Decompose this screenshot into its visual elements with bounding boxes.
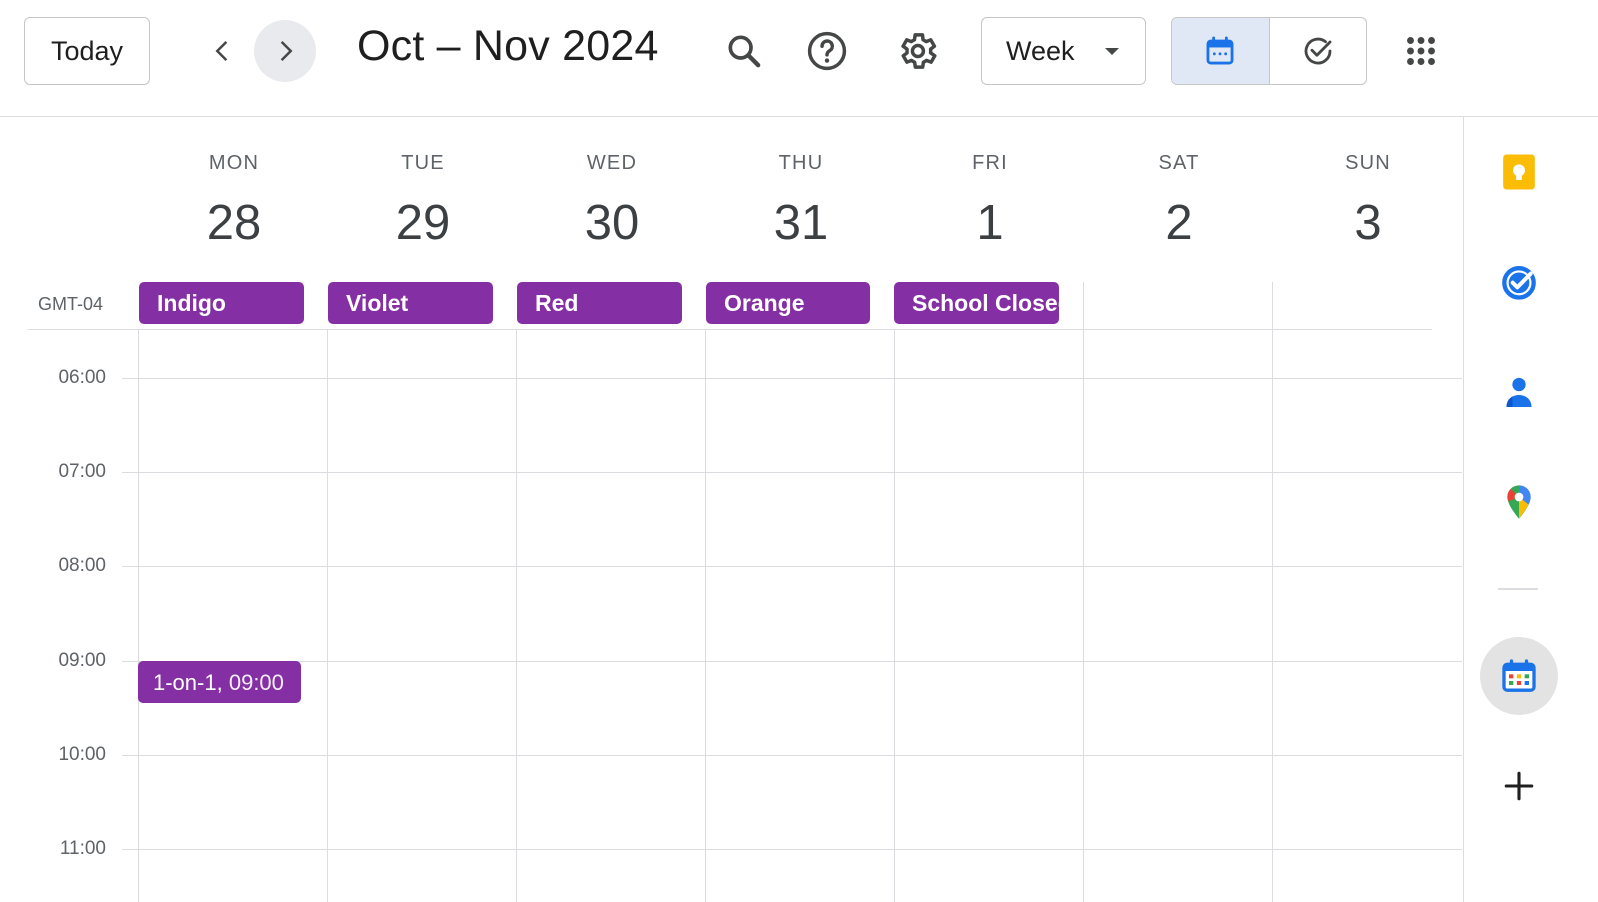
- day-of-week-label: TUE: [401, 152, 445, 174]
- help-button[interactable]: [798, 22, 856, 80]
- search-icon: [728, 35, 761, 68]
- day-number-button[interactable]: 3: [1308, 195, 1428, 251]
- time-label: 06:00: [58, 367, 106, 388]
- calendar-addon-icon: [1502, 659, 1536, 692]
- previous-week-button[interactable]: [192, 20, 254, 82]
- time-label: 09:00: [58, 650, 106, 671]
- calendar-addon-button[interactable]: [1480, 637, 1558, 715]
- day-of-week-label: WED: [586, 152, 638, 174]
- hour-gridline: [122, 849, 1462, 850]
- hour-gridline: [122, 472, 1462, 473]
- keep-button[interactable]: [1490, 143, 1548, 201]
- next-week-button[interactable]: [254, 20, 316, 82]
- caret-down-icon: [1105, 48, 1119, 55]
- day-of-week-label: SUN: [1345, 152, 1391, 174]
- hour-gridline: [122, 661, 1462, 662]
- hour-gridline: [122, 378, 1462, 379]
- day-number-button[interactable]: 28: [174, 195, 294, 251]
- day-number-button[interactable]: 29: [363, 195, 483, 251]
- day-column-divider: [516, 329, 517, 902]
- chevron-left-icon: [215, 41, 228, 61]
- day-number-button[interactable]: 1: [930, 195, 1050, 251]
- view-mode-toggle: [1171, 17, 1367, 85]
- contacts-icon: [1506, 377, 1532, 407]
- keep-icon: [1503, 154, 1535, 190]
- calendar-icon: [1206, 36, 1234, 65]
- apps-grid-icon: [1407, 37, 1435, 65]
- tasks-check-icon: [1304, 37, 1332, 65]
- search-button[interactable]: [715, 22, 773, 80]
- day-of-week-label: SAT: [1158, 152, 1200, 174]
- gear-icon: [901, 33, 937, 69]
- all-day-divider: [28, 329, 1432, 330]
- all-day-event[interactable]: Orange: [706, 282, 870, 324]
- hour-gridline: [122, 566, 1462, 567]
- help-icon: [807, 31, 847, 71]
- calendar-view-button[interactable]: [1172, 18, 1270, 84]
- top-bar: Today Oct – Nov 2024 Week: [0, 0, 1598, 117]
- tasks-icon: [1502, 265, 1536, 300]
- add-addon-button[interactable]: [1490, 757, 1548, 815]
- all-day-event[interactable]: School Closed: [894, 282, 1059, 324]
- day-column-divider: [1083, 282, 1084, 902]
- all-day-event[interactable]: Indigo: [139, 282, 304, 324]
- timezone-label: GMT-04: [38, 294, 104, 314]
- day-column-divider: [894, 329, 895, 902]
- date-range-title: Oct – Nov 2024: [357, 22, 659, 70]
- maps-button[interactable]: [1490, 473, 1548, 531]
- time-label: 08:00: [58, 555, 106, 576]
- hour-gridline: [122, 755, 1462, 756]
- day-column-divider: [138, 329, 139, 902]
- day-of-week-label: FRI: [972, 152, 1008, 174]
- view-selector-dropdown[interactable]: Week: [981, 17, 1146, 85]
- today-button[interactable]: Today: [24, 17, 150, 85]
- tasks-button[interactable]: [1490, 253, 1548, 311]
- time-label: 11:00: [59, 838, 106, 859]
- calendar-event[interactable]: 1-on-1, 09:00: [138, 661, 301, 703]
- side-panel-divider: [1498, 588, 1538, 590]
- add-icon: [1504, 771, 1534, 801]
- apps-launcher-button[interactable]: [1392, 22, 1450, 80]
- day-column-divider: [705, 329, 706, 902]
- chevron-right-icon: [280, 41, 293, 61]
- day-column-divider: [1272, 282, 1273, 902]
- tasks-view-button[interactable]: [1270, 18, 1367, 84]
- day-number-button[interactable]: 31: [741, 195, 861, 251]
- event-title: 1-on-1,: [153, 670, 223, 695]
- settings-button[interactable]: [888, 22, 946, 80]
- contacts-button[interactable]: [1490, 363, 1548, 421]
- day-of-week-label: THU: [778, 152, 824, 174]
- event-time: 09:00: [228, 670, 284, 695]
- day-of-week-label: MON: [208, 152, 260, 174]
- day-number-button[interactable]: 30: [552, 195, 672, 251]
- day-number-button[interactable]: 2: [1119, 195, 1239, 251]
- all-day-event[interactable]: Red: [517, 282, 682, 324]
- view-selector-value: Week: [1006, 35, 1075, 66]
- time-label: 10:00: [58, 744, 106, 765]
- day-column-divider: [327, 329, 328, 902]
- time-label: 07:00: [58, 461, 106, 482]
- all-day-event[interactable]: Violet: [328, 282, 493, 324]
- maps-icon: [1507, 485, 1531, 519]
